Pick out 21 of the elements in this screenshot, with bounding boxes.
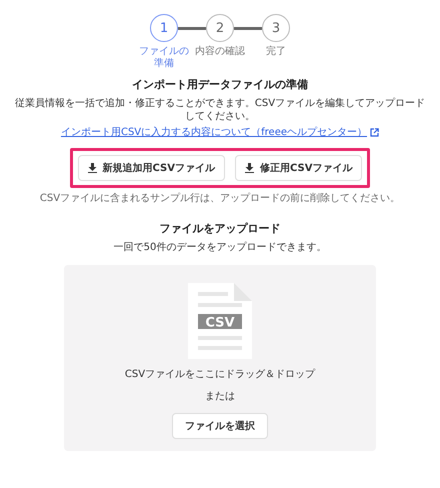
step-circle: 1 <box>150 14 178 42</box>
description-text: 従業員情報を一括で追加・修正することができます。CSVファイルを編集してアップロードしてください。 <box>14 98 426 123</box>
csv-file-icon: CSV <box>188 282 252 358</box>
external-link-icon <box>370 128 380 136</box>
drop-text: CSVファイルをここにドラッグ＆ドロップ <box>124 368 316 381</box>
section-title: ファイルをアップロード <box>160 221 280 236</box>
description-text: 一回で50件のデータをアップロードできます。 <box>112 242 328 254</box>
drop-zone[interactable]: CSV CSVファイルをここにドラッグ＆ドロップ または ファイルを選択 <box>64 264 376 450</box>
note-text: CSVファイルに含まれるサンプル行は、アップロードの前に削除してください。 <box>40 192 400 205</box>
step-circle: 3 <box>262 14 290 42</box>
download-button[interactable]: 修正用CSVファイル <box>235 155 362 181</box>
download-icon <box>88 163 97 173</box>
select-file-button[interactable]: ファイルを選択 <box>172 412 268 438</box>
step-label: 内容の確認 <box>194 46 246 58</box>
download-icon <box>245 163 254 173</box>
step-circle: 2 <box>206 14 234 42</box>
step-label: ファイルの準備 <box>138 46 190 69</box>
download-button[interactable]: 新規追加用CSVファイル <box>78 155 225 181</box>
step-label: 完了 <box>265 46 287 58</box>
or-text: または <box>204 391 236 404</box>
section-title: インポート用データファイルの準備 <box>132 77 308 92</box>
